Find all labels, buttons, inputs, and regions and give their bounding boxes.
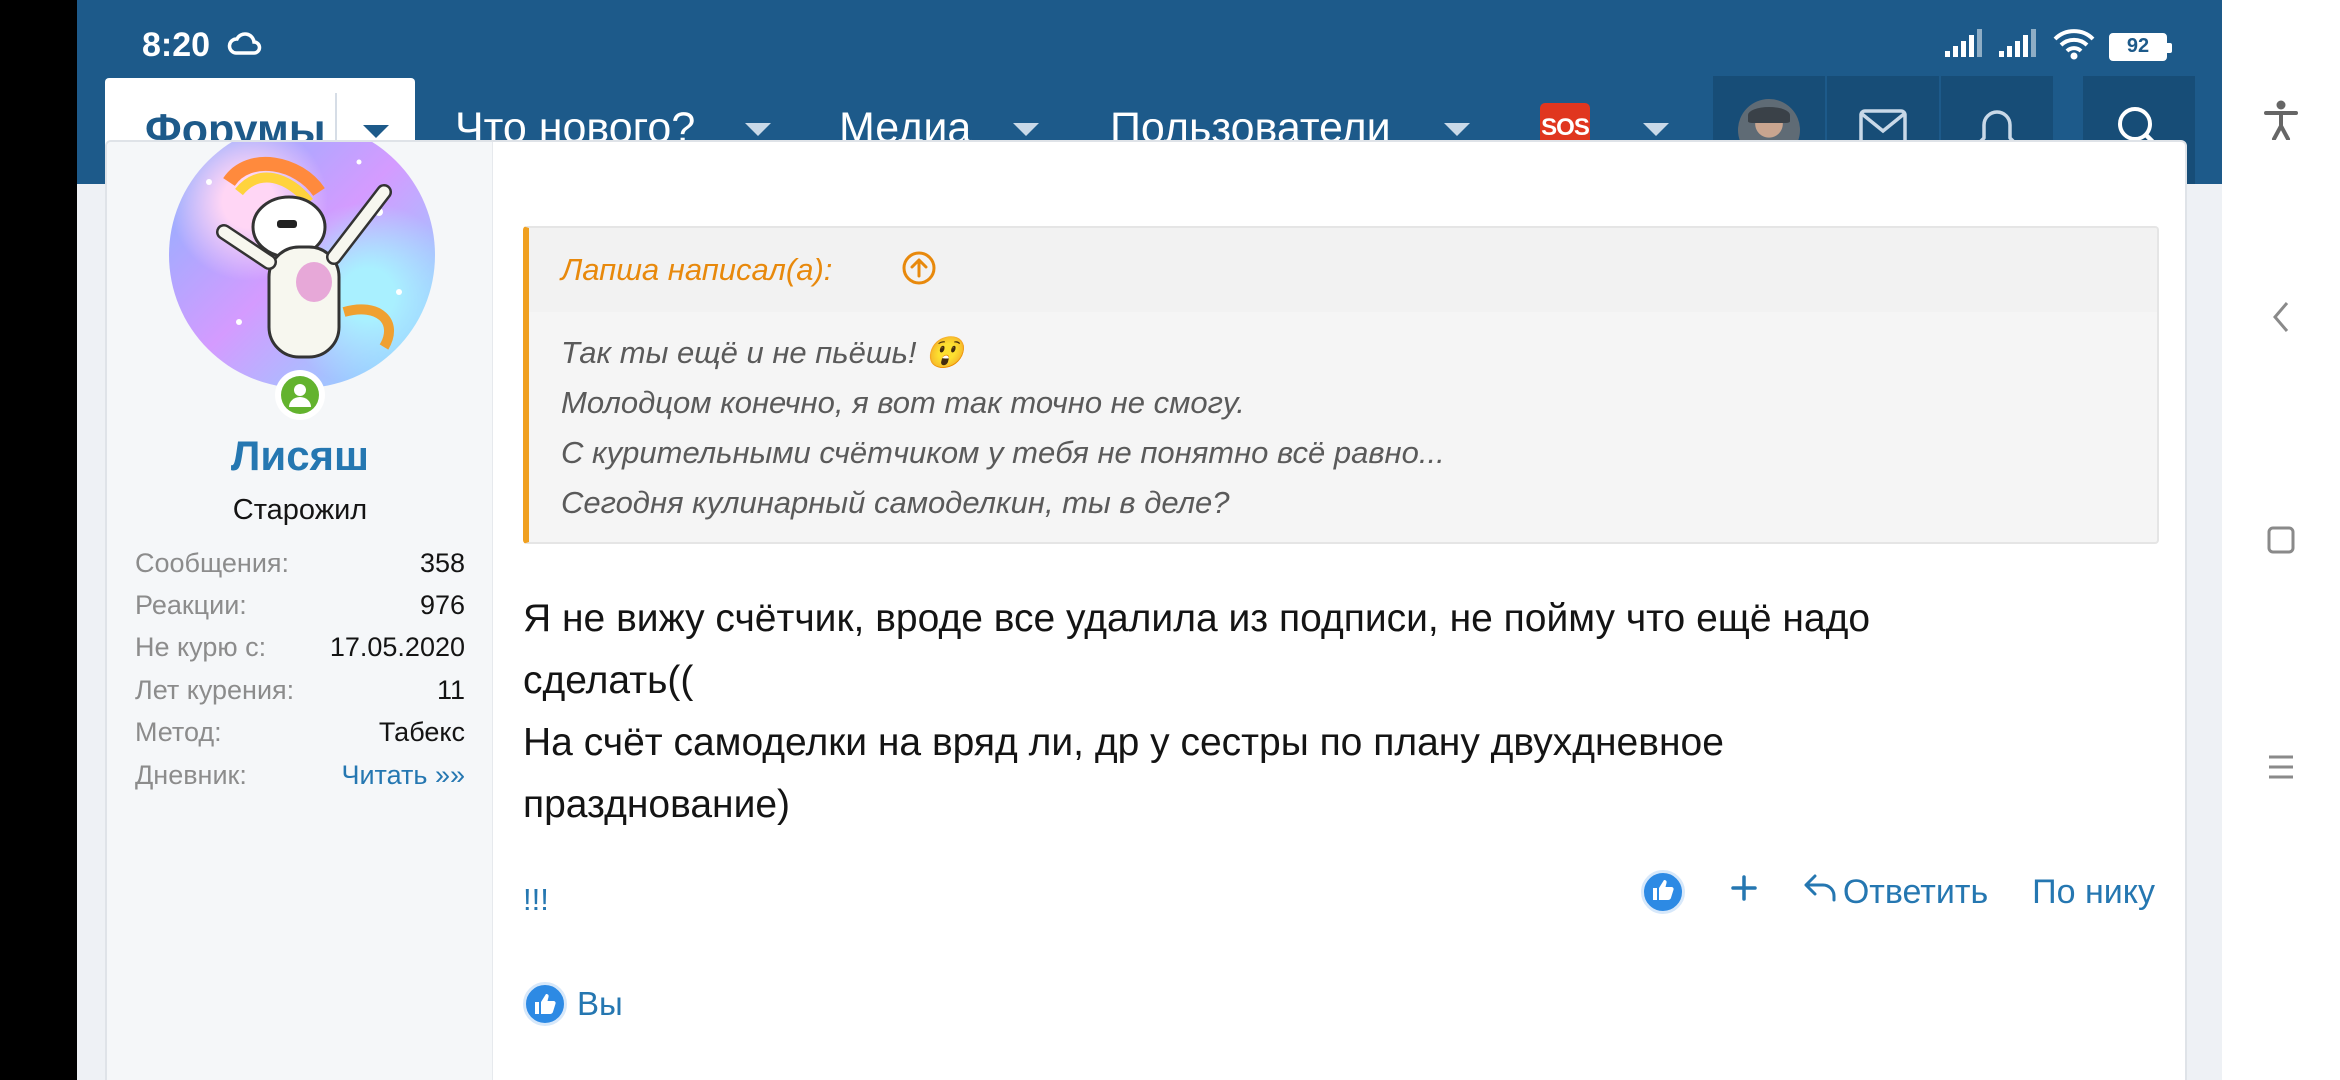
reactions-users: Вы — [577, 985, 623, 1022]
wifi-icon — [2053, 28, 2095, 65]
stat-label: Реакции: — [135, 590, 247, 621]
add-reaction-button[interactable] — [1729, 873, 1759, 912]
quote-line: Молодцом конечно, я вот так точно не смо… — [561, 385, 1245, 420]
home-icon[interactable] — [2222, 515, 2340, 565]
message-line: На счёт самоделки на вряд ли, др у сестр… — [523, 721, 1724, 764]
plus-icon — [1729, 873, 1759, 912]
reply-button[interactable]: Ответить — [1803, 873, 1988, 912]
back-icon[interactable] — [2222, 292, 2340, 342]
forum-post: Лисяш Старожил Сообщения: 358 Реакции: 9… — [105, 140, 2187, 1080]
browser-page: 8:20 92 Форумы Что нового? Медиа Пользов… — [77, 0, 2222, 1080]
stat-row-quit-date: Не курю с: 17.05.2020 — [135, 627, 465, 669]
reactions-summary[interactable]: Вы — [523, 982, 623, 1026]
stat-label: Дневник: — [135, 759, 247, 790]
quote-line: Так ты ещё и не пьёшь! 😲 — [561, 335, 964, 370]
stat-row-smoking-years: Лет курения: 11 — [135, 669, 465, 711]
thumbs-up-icon — [523, 982, 567, 1026]
left-black-bar — [0, 0, 77, 1080]
reply-label: Ответить — [1842, 872, 1989, 911]
quote-line: С курительными счётчиком у тебя не понят… — [561, 435, 1445, 470]
stat-value: 358 — [419, 547, 465, 578]
battery-indicator: 92 — [2109, 32, 2172, 61]
message-line: празднование) — [523, 783, 791, 826]
stat-value: Табекс — [378, 717, 465, 748]
reply-icon — [1803, 873, 1837, 912]
post-user-column: Лисяш Старожил Сообщения: 358 Реакции: 9… — [107, 142, 493, 1080]
accessibility-icon[interactable] — [2222, 95, 2340, 145]
username-link[interactable]: Лисяш — [107, 432, 493, 480]
user-stats: Сообщения: 358 Реакции: 976 Не курю с: 1… — [135, 542, 465, 796]
post-actions: Ответить По нику — [1640, 870, 2155, 914]
stat-label: Метод: — [135, 717, 222, 748]
like-button[interactable] — [1640, 870, 1685, 914]
status-bar: 8:20 92 — [77, 0, 2222, 76]
status-time: 8:20 — [142, 26, 211, 64]
signal-icon-2 — [1999, 29, 2039, 64]
user-title: Старожил — [232, 494, 368, 526]
stat-value: 976 — [419, 590, 465, 621]
stat-value: 11 — [436, 674, 465, 705]
stat-label: Не курю с: — [135, 632, 267, 663]
recents-icon[interactable] — [2222, 742, 2340, 792]
status-icons: 92 — [1945, 28, 2172, 65]
online-status-badge — [275, 370, 325, 420]
quote-block: Лапша написал(а): Так ты ещё и не пьёшь!… — [523, 226, 2159, 544]
quote-body: Так ты ещё и не пьёшь! 😲 Молодцом конечн… — [561, 328, 1445, 528]
system-nav-bar — [2222, 0, 2340, 1080]
stat-label: Сообщения: — [135, 547, 290, 578]
post-message-body: Я не вижу счётчик, вроде все удалила из … — [523, 588, 2163, 836]
quote-line: Сегодня кулинарный самоделкин, ты в деле… — [561, 485, 1230, 520]
stat-row-reactions: Реакции: 976 — [135, 584, 465, 626]
message-line: Я не вижу счётчик, вроде все удалила из … — [523, 597, 1871, 640]
reply-by-nick-button[interactable]: По нику — [2032, 873, 2155, 912]
thumbs-up-icon — [1651, 878, 1675, 907]
message-line: сделать(( — [523, 659, 694, 702]
stat-value: 17.05.2020 — [329, 632, 465, 663]
diary-read-link[interactable]: Читать »» — [341, 760, 465, 791]
quote-author-link[interactable]: Лапша написал(а): — [561, 252, 832, 288]
stat-label: Лет курения: — [135, 674, 295, 705]
signal-icon — [1945, 29, 1985, 64]
stat-row-method: Метод: Табекс — [135, 712, 465, 754]
quote-header: Лапша написал(а): — [529, 228, 2157, 312]
stat-row-messages: Сообщения: 358 — [135, 542, 465, 584]
user-avatar[interactable] — [169, 142, 435, 388]
phone-screen: 8:20 92 Форумы Что нового? Медиа Пользов… — [0, 0, 2340, 1080]
cloud-icon — [227, 28, 263, 63]
report-link[interactable]: !!! — [523, 882, 549, 918]
arrow-up-circle-icon[interactable] — [899, 248, 939, 293]
stat-row-diary: Дневник: Читать »» — [135, 754, 465, 796]
